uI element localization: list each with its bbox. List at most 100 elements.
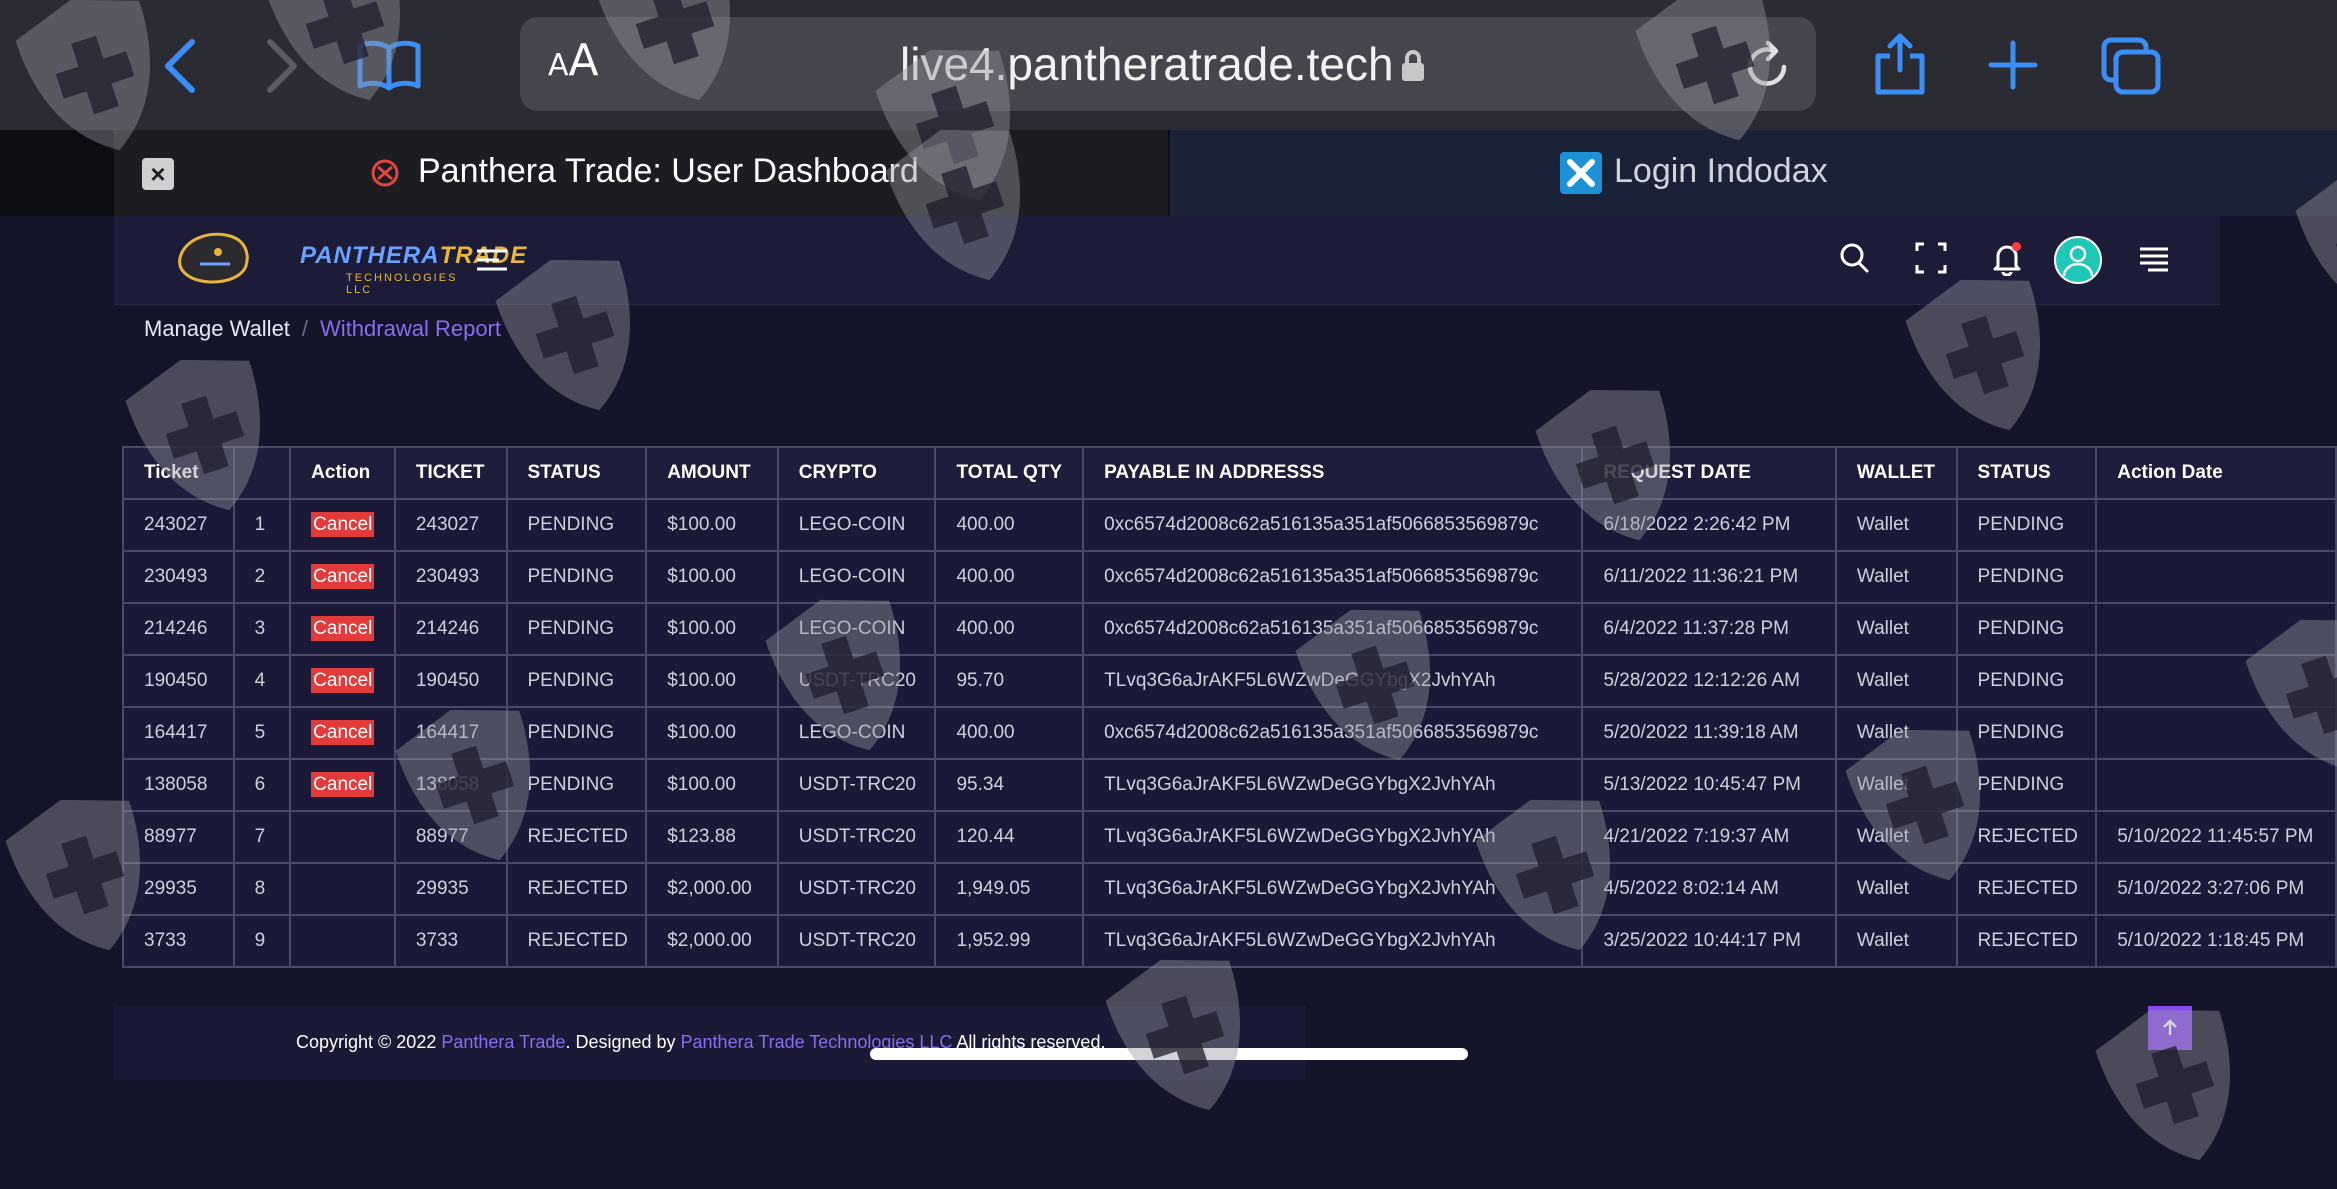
- address-bar[interactable]: AA live4.pantheratrade.tech: [520, 17, 1816, 111]
- status-cell: PENDING: [505, 602, 648, 656]
- request-date-cell: 6/11/2022 11:36:21 PM: [1581, 550, 1837, 604]
- qty-cell: 95.70: [934, 654, 1085, 708]
- ticket-cell: 214246: [122, 602, 235, 656]
- index-cell: 2: [232, 550, 292, 604]
- cancel-button[interactable]: Cancel: [311, 720, 375, 745]
- ticket-cell: 164417: [122, 706, 235, 760]
- close-icon[interactable]: ×: [142, 158, 174, 190]
- status-cell: PENDING: [505, 498, 648, 552]
- table-row: 29935 8 29935 REJECTED $2,000.00 USDT-TRC20 1,…: [122, 862, 2337, 916]
- action-cell: [289, 914, 396, 968]
- list-icon[interactable]: [2138, 240, 2170, 281]
- page-footer: Copyright © 2022 Panthera Trade. Designe…: [114, 1006, 1306, 1080]
- header-wallet: WALLET: [1834, 446, 1958, 500]
- index-cell: 8: [232, 862, 292, 916]
- amount-cell: $2,000.00: [645, 862, 779, 916]
- breadcrumb: Manage Wallet / Withdrawal Report: [144, 316, 501, 342]
- ticket-cell: 29935: [393, 862, 508, 916]
- tab-panthera-dashboard[interactable]: × Panthera Trade: User Dashboard: [114, 130, 1168, 216]
- cancel-button[interactable]: Cancel: [311, 512, 375, 537]
- breadcrumb-current[interactable]: Withdrawal Report: [320, 316, 501, 341]
- ticket-cell: 3733: [122, 914, 235, 968]
- crypto-cell: USDT-TRC20: [776, 654, 937, 708]
- book-icon[interactable]: [356, 38, 422, 92]
- address-cell: TLvq3G6aJrAKF5L6WZwDeGGYbgX2JvhYAh: [1082, 914, 1584, 968]
- ticket-cell: 3733: [393, 914, 508, 968]
- status-cell: PENDING: [505, 654, 648, 708]
- fullscreen-icon[interactable]: [1914, 240, 1948, 281]
- qty-cell: 400.00: [934, 706, 1085, 760]
- action-date-cell: 5/10/2022 11:45:57 PM: [2095, 810, 2337, 864]
- qty-cell: 400.00: [934, 602, 1085, 656]
- cancel-button[interactable]: Cancel: [311, 772, 375, 797]
- tabs-icon[interactable]: [2100, 36, 2162, 96]
- crypto-cell: USDT-TRC20: [776, 810, 937, 864]
- crypto-cell: USDT-TRC20: [776, 862, 937, 916]
- index-cell: 4: [232, 654, 292, 708]
- home-indicator[interactable]: [870, 1048, 1468, 1060]
- crypto-cell: LEGO-COIN: [776, 550, 937, 604]
- breadcrumb-parent[interactable]: Manage Wallet: [144, 316, 290, 341]
- header-ticket-2: TICKET: [393, 446, 508, 500]
- cancel-button[interactable]: Cancel: [311, 668, 375, 693]
- status-cell: PENDING: [1955, 758, 2098, 812]
- avatar-icon[interactable]: [2054, 236, 2102, 284]
- wallet-cell: Wallet: [1834, 654, 1958, 708]
- action-cell: Cancel: [289, 758, 396, 812]
- qty-cell: 400.00: [934, 550, 1085, 604]
- ticket-cell: 138058: [393, 758, 508, 812]
- address-cell: TLvq3G6aJrAKF5L6WZwDeGGYbgX2JvhYAh: [1082, 862, 1584, 916]
- wallet-cell: Wallet: [1834, 550, 1958, 604]
- crypto-cell: LEGO-COIN: [776, 706, 937, 760]
- status-cell: REJECTED: [505, 914, 648, 968]
- action-date-cell: 5/10/2022 1:18:45 PM: [2095, 914, 2337, 968]
- action-date-cell: 5/10/2022 3:27:06 PM: [2095, 862, 2337, 916]
- footer-brand-link[interactable]: Panthera Trade: [441, 1032, 565, 1052]
- qty-cell: 1,949.05: [934, 862, 1085, 916]
- chevron-right-icon[interactable]: [262, 38, 302, 94]
- status-cell: PENDING: [505, 550, 648, 604]
- status-cell: PENDING: [505, 706, 648, 760]
- tab-login-indodax[interactable]: Login Indodax: [1170, 130, 2337, 216]
- cancel-button[interactable]: Cancel: [311, 564, 375, 589]
- index-cell: 9: [232, 914, 292, 968]
- amount-cell: $100.00: [645, 602, 779, 656]
- table-row: 214246 3 Cancel 214246 PENDING $100.00 LEGO-CO…: [122, 602, 2337, 656]
- plus-icon[interactable]: [1988, 40, 2038, 90]
- share-icon[interactable]: [1872, 30, 1928, 98]
- status-cell: REJECTED: [505, 862, 648, 916]
- header-status-2: STATUS: [1955, 446, 2098, 500]
- amount-cell: $100.00: [645, 498, 779, 552]
- index-cell: 1: [232, 498, 292, 552]
- request-date-cell: 5/28/2022 12:12:26 AM: [1581, 654, 1837, 708]
- request-date-cell: 6/4/2022 11:37:28 PM: [1581, 602, 1837, 656]
- crypto-cell: USDT-TRC20: [776, 758, 937, 812]
- text-size-button[interactable]: AA: [548, 35, 599, 86]
- address-cell: 0xc6574d2008c62a516135a351af506685356987…: [1082, 602, 1584, 656]
- table-header-row: Ticket Action TICKET STATUS AMOUNT CRYPTO TOTA…: [122, 446, 2337, 500]
- hamburger-icon[interactable]: [476, 248, 508, 277]
- arrow-up-icon: [2163, 1019, 2177, 1035]
- url-text: live4.pantheratrade.tech: [900, 38, 1394, 90]
- cancel-button[interactable]: Cancel: [311, 616, 375, 641]
- amount-cell: $100.00: [645, 550, 779, 604]
- action-cell: Cancel: [289, 498, 396, 552]
- reload-icon[interactable]: [1744, 39, 1792, 94]
- amount-cell: $2,000.00: [645, 914, 779, 968]
- panthera-logo[interactable]: PANTHERATRADE TECHNOLOGIES LLC: [170, 224, 526, 296]
- search-icon[interactable]: [1838, 240, 1872, 281]
- address-cell: TLvq3G6aJrAKF5L6WZwDeGGYbgX2JvhYAh: [1082, 654, 1584, 708]
- status-cell: PENDING: [1955, 550, 2098, 604]
- action-cell: [289, 810, 396, 864]
- request-date-cell: 3/25/2022 10:44:17 PM: [1581, 914, 1837, 968]
- header-total-qty: TOTAL QTY: [934, 446, 1085, 500]
- qty-cell: 120.44: [934, 810, 1085, 864]
- panthera-favicon-icon: [370, 158, 400, 188]
- status-cell: REJECTED: [1955, 862, 2098, 916]
- scroll-top-button[interactable]: [2148, 1006, 2192, 1050]
- wallet-cell: Wallet: [1834, 810, 1958, 864]
- table-row: 230493 2 Cancel 230493 PENDING $100.00 LEGO-CO…: [122, 550, 2337, 604]
- chevron-left-icon[interactable]: [160, 38, 200, 94]
- status-cell: PENDING: [1955, 654, 2098, 708]
- action-date-cell: [2095, 758, 2337, 812]
